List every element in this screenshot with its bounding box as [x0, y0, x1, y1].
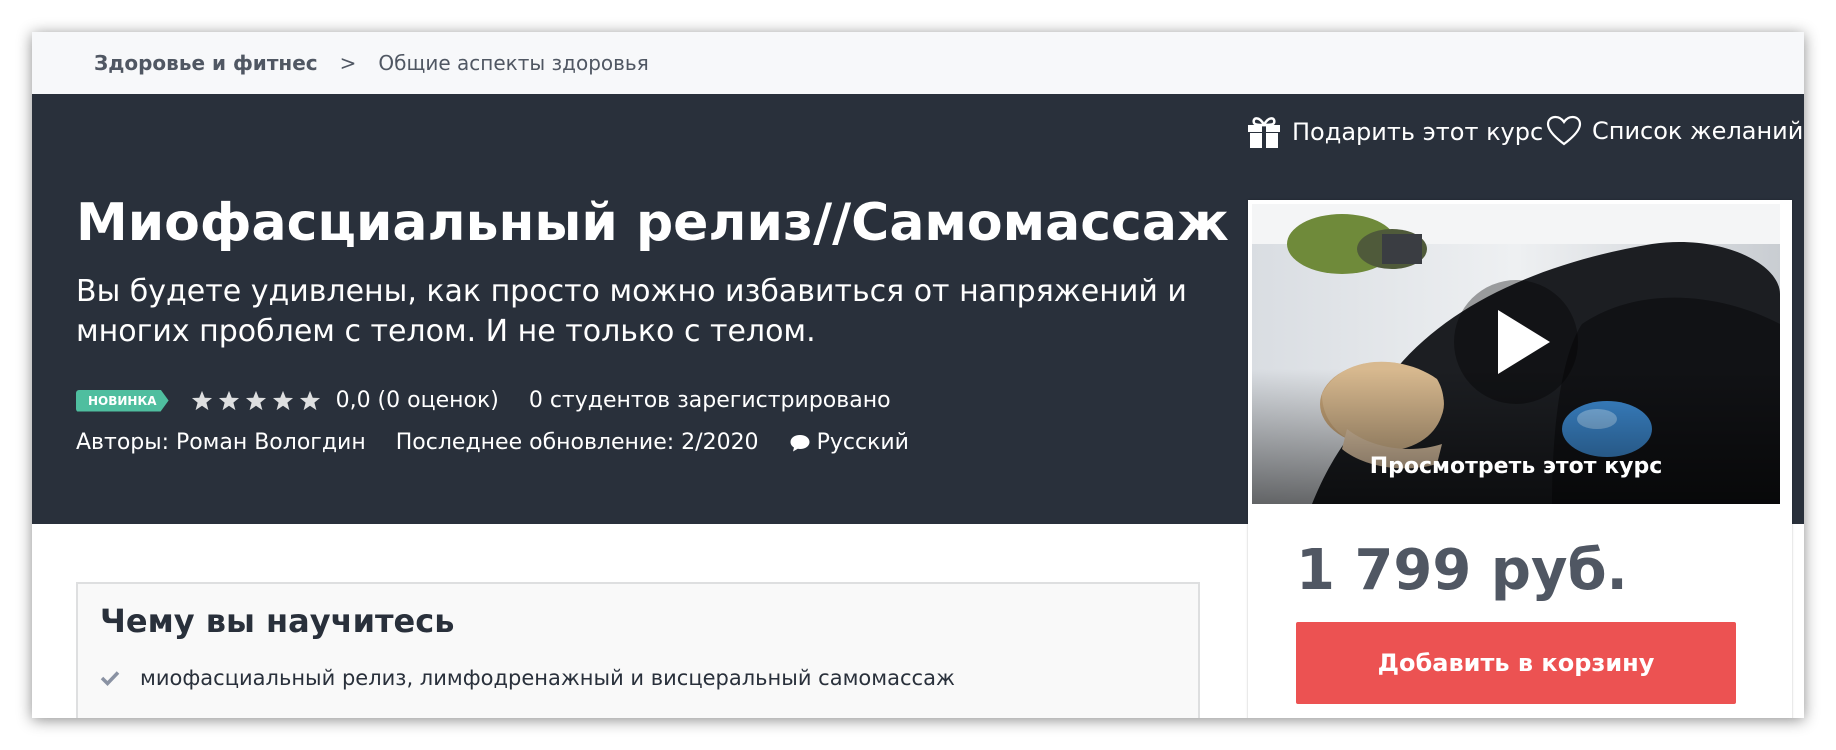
language-info: Русский — [789, 430, 909, 455]
gift-icon — [1248, 117, 1280, 148]
add-to-cart-button[interactable]: Добавить в корзину — [1296, 622, 1736, 704]
course-price: 1 799 руб. — [1296, 538, 1628, 603]
breadcrumb: Здоровье и фитнес > Общие аспекты здоров… — [32, 32, 1804, 94]
what-you-learn-box: Чему вы научитесь миофасциальный релиз, … — [76, 582, 1200, 718]
breadcrumb-separator: > — [339, 51, 357, 75]
course-preview[interactable]: Просмотреть этот курс — [1252, 204, 1780, 504]
play-icon[interactable] — [1454, 280, 1578, 404]
course-subtitle: Вы будете удивлены, как просто можно изб… — [76, 274, 1187, 349]
course-meta-row: Авторы: Роман Вологдин Последнее обновле… — [76, 430, 909, 455]
checkmark-icon — [100, 671, 120, 686]
star-icon — [245, 390, 266, 411]
star-icon — [272, 390, 293, 411]
heart-icon — [1546, 115, 1582, 146]
wishlist-label: Список желаний — [1592, 117, 1804, 145]
students-count: 0 студентов зарегистрировано — [528, 388, 891, 413]
breadcrumb-subcategory[interactable]: Общие аспекты здоровья — [378, 51, 648, 75]
learn-item-text: миофасциальный релиз, лимфодренажный и в… — [140, 666, 955, 690]
course-title: Миофасциальный релиз//Самомассаж — [76, 193, 1229, 253]
learn-list-item: миофасциальный релиз, лимфодренажный и в… — [100, 666, 955, 690]
browser-viewport: Здоровье и фитнес > Общие аспекты здоров… — [32, 32, 1804, 718]
gift-course-label: Подарить этот курс — [1292, 118, 1544, 146]
gift-course-link[interactable]: Подарить этот курс — [1246, 115, 1543, 149]
what-you-learn-title: Чему вы научитесь — [100, 602, 455, 640]
star-icon — [299, 390, 320, 411]
star-icon — [218, 390, 239, 411]
language-label: Русский — [816, 430, 909, 455]
last-updated-text: Последнее обновление: 2/2020 — [395, 430, 759, 455]
purchase-sidebar: Просмотреть этот курс 1 799 руб. Добавит… — [1248, 200, 1792, 718]
preview-label: Просмотреть этот курс — [1369, 454, 1663, 479]
authors-text: Авторы: Роман Вологдин — [76, 430, 366, 455]
speech-bubble-icon — [790, 434, 810, 451]
breadcrumb-category[interactable]: Здоровье и фитнес — [94, 51, 318, 75]
rating-stars — [191, 390, 326, 411]
rating-text: 0,0 (0 оценок) — [335, 388, 499, 413]
course-stats-row: НОВИНКА 0,0 (0 оценок) 0 студентов зарег… — [76, 388, 891, 413]
new-badge: НОВИНКА — [76, 390, 169, 412]
star-icon — [191, 390, 212, 411]
wishlist-link[interactable]: Список желаний — [1546, 115, 1803, 147]
